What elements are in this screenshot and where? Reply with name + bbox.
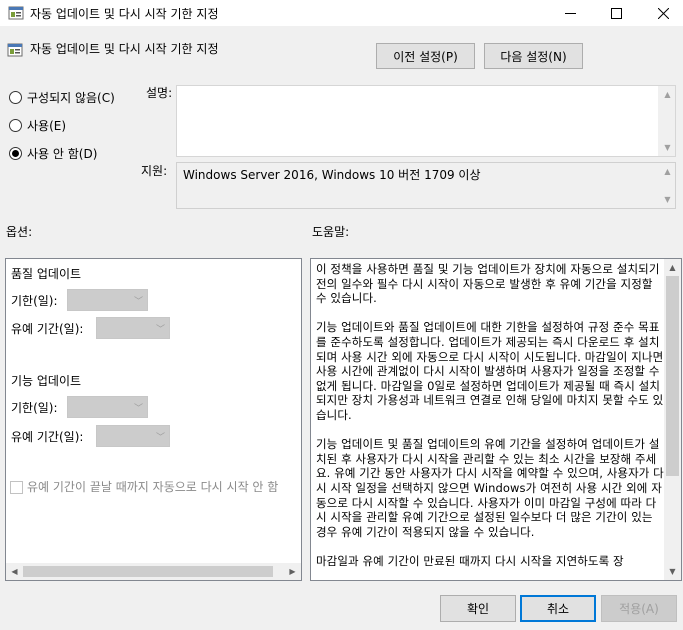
- scroll-left-icon[interactable]: ◀: [6, 563, 23, 580]
- policy-setting-icon: [7, 42, 23, 61]
- scroll-down-icon[interactable]: ▼: [664, 563, 681, 580]
- scrollbar-thumb[interactable]: [23, 566, 273, 577]
- ok-button[interactable]: 확인: [440, 595, 516, 622]
- no-auto-restart-label: 유예 기간이 끝날 때까지 자동으로 다시 시작 안 함: [27, 480, 279, 494]
- help-section-label: 도움말:: [312, 225, 350, 239]
- radio-enabled-circle[interactable]: [9, 119, 22, 132]
- help-panel: 이 정책을 사용하면 품질 및 기능 업데이트가 장치에 자동으로 설치되기 전…: [310, 258, 682, 581]
- radio-not-configured-label: 구성되지 않음(C): [27, 91, 115, 105]
- scroll-up-icon[interactable]: ▲: [659, 163, 676, 180]
- scroll-down-icon[interactable]: ▼: [659, 191, 676, 208]
- close-icon: [657, 7, 669, 19]
- help-paragraph: 이 정책을 사용하면 품질 및 기능 업데이트가 장치에 자동으로 설치되기 전…: [316, 262, 660, 306]
- close-button[interactable]: [643, 0, 683, 26]
- no-auto-restart-checkbox[interactable]: [10, 481, 23, 494]
- chevron-down-icon: ﹀: [155, 325, 165, 335]
- options-panel: 품질 업데이트 기한(일): ﹀ 유예 기간(일): ﹀ 기능 업데이트 기한(…: [5, 258, 302, 581]
- help-paragraph: 마감일과 유예 기간이 만료된 때까지 다시 시작을 지연하도록 장: [316, 553, 624, 568]
- help-text: 이 정책을 사용하면 품질 및 기능 업데이트가 장치에 자동으로 설치되기 전…: [316, 262, 664, 580]
- feature-grace-label: 유예 기간(일):: [11, 430, 84, 444]
- scroll-down-icon[interactable]: ▼: [659, 139, 676, 156]
- chevron-down-icon: ﹀: [133, 404, 143, 414]
- radio-enabled-label: 사용(E): [27, 119, 67, 133]
- quality-updates-heading: 품질 업데이트: [11, 267, 82, 281]
- radio-disabled-label: 사용 안 함(D): [27, 147, 98, 161]
- comment-label: 설명:: [146, 86, 173, 100]
- title-bar: 자동 업데이트 및 다시 시작 기한 지정: [0, 0, 683, 26]
- scroll-up-icon[interactable]: ▲: [659, 86, 676, 103]
- help-paragraph: 기능 업데이트와 품질 업데이트에 대한 기한을 설정하여 규정 준수 목표를 …: [316, 320, 664, 422]
- radio-not-configured[interactable]: 구성되지 않음(C): [9, 89, 115, 106]
- supported-label: 지원:: [141, 164, 168, 178]
- feature-deadline-select[interactable]: ﹀: [67, 396, 148, 418]
- feature-grace-select[interactable]: ﹀: [96, 425, 170, 447]
- cancel-button[interactable]: 취소: [520, 595, 596, 622]
- scroll-right-icon[interactable]: ▶: [284, 563, 301, 580]
- radio-not-configured-circle[interactable]: [9, 91, 22, 104]
- radio-disabled-circle[interactable]: [9, 147, 22, 160]
- previous-setting-button[interactable]: 이전 설정(P): [376, 43, 475, 69]
- chevron-down-icon: ﹀: [133, 297, 143, 307]
- scroll-up-icon[interactable]: ▲: [664, 259, 681, 276]
- help-paragraph: 기능 업데이트 및 품질 업데이트의 유예 기간을 설정하여 업데이트가 설치된…: [316, 437, 664, 539]
- quality-deadline-label: 기한(일):: [11, 294, 58, 308]
- comment-textarea[interactable]: ▲ ▼: [176, 85, 676, 157]
- feature-updates-heading: 기능 업데이트: [11, 374, 82, 388]
- radio-disabled[interactable]: 사용 안 함(D): [9, 145, 97, 162]
- radio-enabled[interactable]: 사용(E): [9, 117, 66, 134]
- apply-button[interactable]: 적용(A): [601, 595, 677, 622]
- help-scrollbar[interactable]: ▲ ▼: [664, 259, 681, 580]
- supported-scrollbar[interactable]: ▲ ▼: [658, 163, 675, 208]
- comment-scrollbar[interactable]: ▲ ▼: [658, 86, 675, 156]
- next-setting-button[interactable]: 다음 설정(N): [484, 43, 583, 69]
- chevron-down-icon: ﹀: [155, 433, 165, 443]
- supported-on-box: Windows Server 2016, Windows 10 버전 1709 …: [176, 162, 676, 209]
- quality-grace-label: 유예 기간(일):: [11, 322, 84, 336]
- maximize-icon: [610, 7, 622, 19]
- options-horizontal-scrollbar[interactable]: ◀ ▶: [6, 563, 301, 580]
- scrollbar-thumb[interactable]: [666, 276, 679, 476]
- maximize-button[interactable]: [596, 0, 636, 26]
- window-title: 자동 업데이트 및 다시 시작 기한 지정: [30, 7, 219, 21]
- options-section-label: 옵션:: [6, 225, 33, 239]
- minimize-icon: [564, 8, 576, 19]
- feature-deadline-label: 기한(일):: [11, 401, 58, 415]
- policy-title: 자동 업데이트 및 다시 시작 기한 지정: [30, 42, 219, 56]
- quality-grace-select[interactable]: ﹀: [96, 317, 170, 339]
- supported-on-text: Windows Server 2016, Windows 10 버전 1709 …: [183, 168, 481, 182]
- minimize-button[interactable]: [550, 0, 590, 26]
- quality-deadline-select[interactable]: ﹀: [67, 289, 148, 311]
- policy-window-icon: [8, 5, 24, 24]
